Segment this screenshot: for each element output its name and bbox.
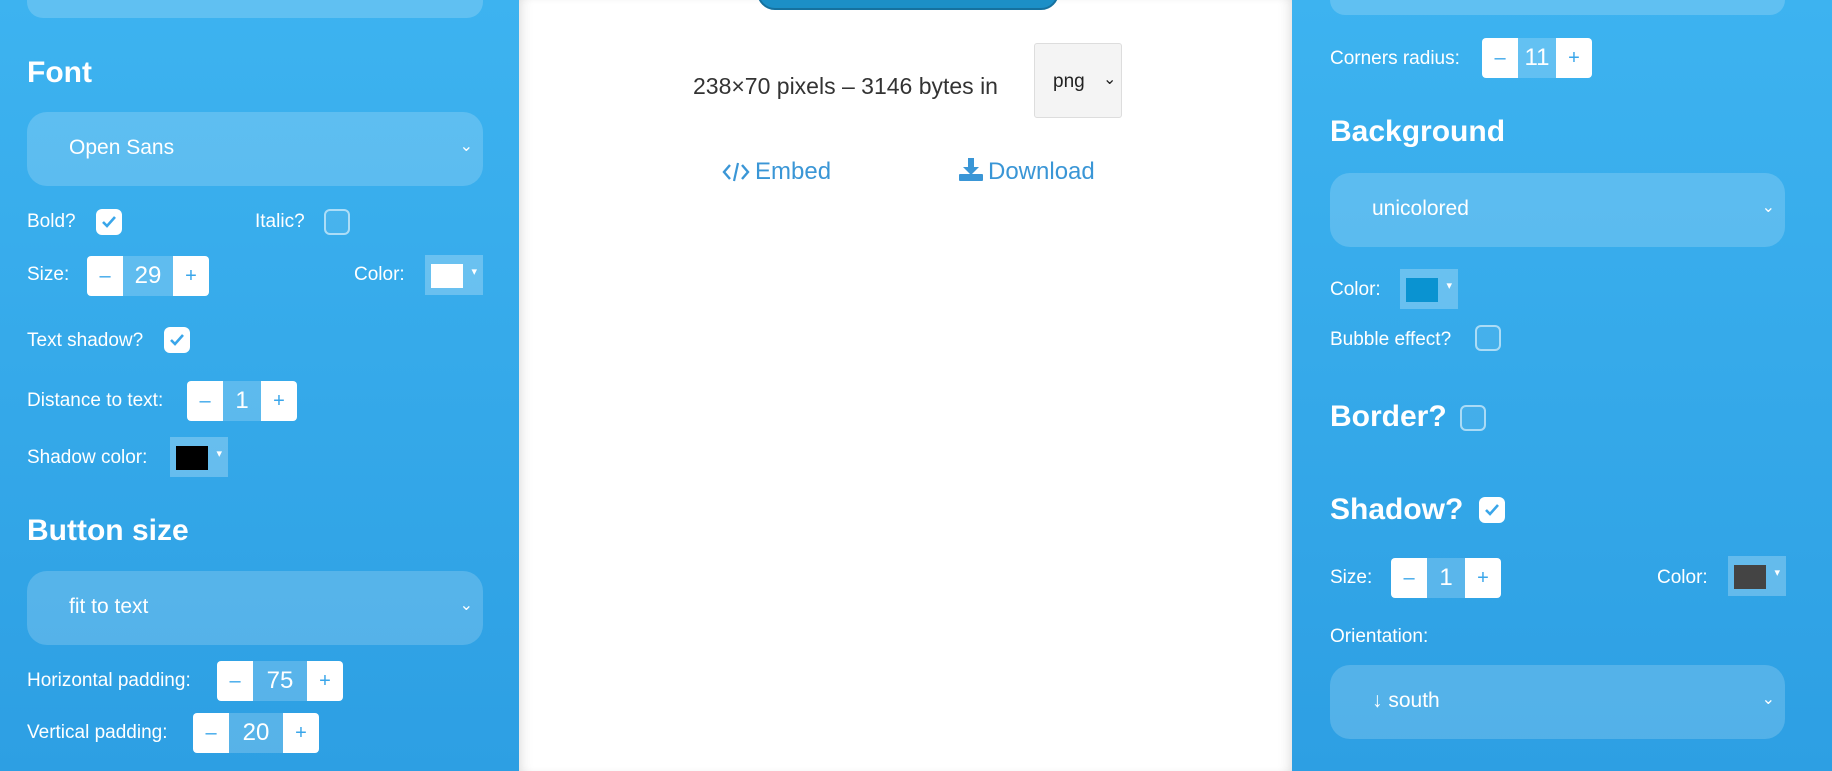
chevron-down-icon: ⌄ <box>1761 691 1775 708</box>
shadow-size-value[interactable]: 1 <box>1427 558 1465 598</box>
format-select[interactable]: png ⌄ <box>1034 43 1122 118</box>
chevron-down-icon: ⌄ <box>1761 199 1775 216</box>
plus-button[interactable]: + <box>307 661 343 701</box>
embed-label: Embed <box>755 158 832 185</box>
button-size-value: fit to text <box>69 595 149 618</box>
button-preview <box>757 0 1059 10</box>
button-size-heading: Button size <box>27 514 189 547</box>
corners-radius-value[interactable]: 11 <box>1518 38 1556 78</box>
minus-button[interactable]: – <box>193 713 229 753</box>
format-value: png <box>1053 71 1085 92</box>
plus-button[interactable]: + <box>1556 38 1592 78</box>
bold-label: Bold? <box>27 211 76 232</box>
shadow-heading: Shadow? <box>1330 493 1464 526</box>
shadow-checkbox[interactable] <box>1479 497 1505 523</box>
text-shadow-checkbox[interactable] <box>164 327 190 353</box>
shadow-color-picker[interactable]: ▾ <box>1728 556 1786 596</box>
caret-down-icon: ▾ <box>216 448 222 460</box>
minus-button[interactable]: – <box>187 381 223 421</box>
left-settings-panel: Font Open Sans ⌄ Bold? Italic? Size: – 2… <box>0 0 519 771</box>
plus-button[interactable]: + <box>283 713 319 753</box>
vertical-padding-label: Vertical padding: <box>27 722 168 743</box>
top-select-remnant[interactable] <box>1330 0 1785 15</box>
orientation-select[interactable]: ↓ south ⌄ <box>1330 665 1785 739</box>
minus-button[interactable]: – <box>1391 558 1427 598</box>
distance-label: Distance to text: <box>27 390 164 411</box>
horizontal-padding-value[interactable]: 75 <box>253 661 307 701</box>
shadow-color-picker[interactable]: ▾ <box>170 437 228 477</box>
vertical-padding-stepper: – 20 + <box>193 713 319 753</box>
font-size-value[interactable]: 29 <box>123 256 173 296</box>
caret-down-icon: ▾ <box>1774 567 1780 579</box>
background-color-picker[interactable]: ▾ <box>1400 269 1458 309</box>
corners-radius-stepper: – 11 + <box>1482 38 1592 78</box>
check-icon <box>102 216 116 228</box>
download-label: Download <box>988 158 1095 185</box>
minus-button[interactable]: – <box>87 256 123 296</box>
italic-label: Italic? <box>255 211 305 232</box>
bold-checkbox[interactable] <box>96 209 122 235</box>
background-color-label: Color: <box>1330 279 1381 300</box>
italic-checkbox[interactable] <box>324 209 350 235</box>
orientation-label: Orientation: <box>1330 626 1429 647</box>
background-select[interactable]: unicolored ⌄ <box>1330 173 1785 247</box>
right-settings-panel: Corners radius: – 11 + Background unicol… <box>1292 0 1832 771</box>
horizontal-padding-stepper: – 75 + <box>217 661 343 701</box>
font-heading: Font <box>27 56 92 89</box>
border-heading: Border? <box>1330 400 1447 433</box>
minus-button[interactable]: – <box>217 661 253 701</box>
chevron-down-icon: ⌄ <box>459 597 473 614</box>
shadow-color-swatch <box>176 446 208 470</box>
minus-button[interactable]: – <box>1482 38 1518 78</box>
shadow-color-swatch <box>1734 565 1766 589</box>
text-shadow-label: Text shadow? <box>27 330 144 351</box>
bubble-effect-checkbox[interactable] <box>1475 325 1501 351</box>
orientation-value: ↓ south <box>1372 689 1440 712</box>
background-color-swatch <box>1406 278 1438 302</box>
plus-button[interactable]: + <box>173 256 209 296</box>
distance-stepper: – 1 + <box>187 381 297 421</box>
bubble-effect-label: Bubble effect? <box>1330 329 1452 350</box>
horizontal-padding-label: Horizontal padding: <box>27 670 191 691</box>
shadow-size-stepper: – 1 + <box>1391 558 1501 598</box>
shadow-color-label: Color: <box>1657 567 1708 588</box>
image-info-text: 238×70 pixels – 3146 bytes in <box>693 73 998 99</box>
shadow-color-label: Shadow color: <box>27 447 148 468</box>
vertical-padding-value[interactable]: 20 <box>229 713 283 753</box>
download-icon <box>959 158 983 181</box>
color-label: Color: <box>354 264 405 285</box>
chevron-down-icon: ⌄ <box>459 138 473 155</box>
distance-value[interactable]: 1 <box>223 381 261 421</box>
background-heading: Background <box>1330 115 1506 148</box>
button-size-select[interactable]: fit to text ⌄ <box>27 571 483 645</box>
preview-area: 238×70 pixels – 3146 bytes in png ⌄ Embe… <box>519 0 1292 771</box>
chevron-down-icon: ⌄ <box>1103 71 1117 88</box>
font-family-select[interactable]: Open Sans ⌄ <box>27 112 483 186</box>
font-size-stepper: – 29 + <box>87 256 209 296</box>
background-value: unicolored <box>1372 197 1469 220</box>
text-color-picker[interactable]: ▾ <box>425 255 483 295</box>
code-icon <box>722 162 750 182</box>
plus-button[interactable]: + <box>261 381 297 421</box>
caret-down-icon: ▾ <box>1446 280 1452 292</box>
shadow-size-label: Size: <box>1330 567 1373 588</box>
plus-button[interactable]: + <box>1465 558 1501 598</box>
check-icon <box>1485 504 1499 516</box>
border-checkbox[interactable] <box>1460 405 1486 431</box>
corners-radius-label: Corners radius: <box>1330 48 1460 69</box>
top-select-remnant[interactable] <box>27 0 483 18</box>
size-label: Size: <box>27 264 70 285</box>
text-color-swatch <box>431 264 463 288</box>
font-family-value: Open Sans <box>69 136 175 159</box>
check-icon <box>170 334 184 346</box>
caret-down-icon: ▾ <box>471 266 477 278</box>
